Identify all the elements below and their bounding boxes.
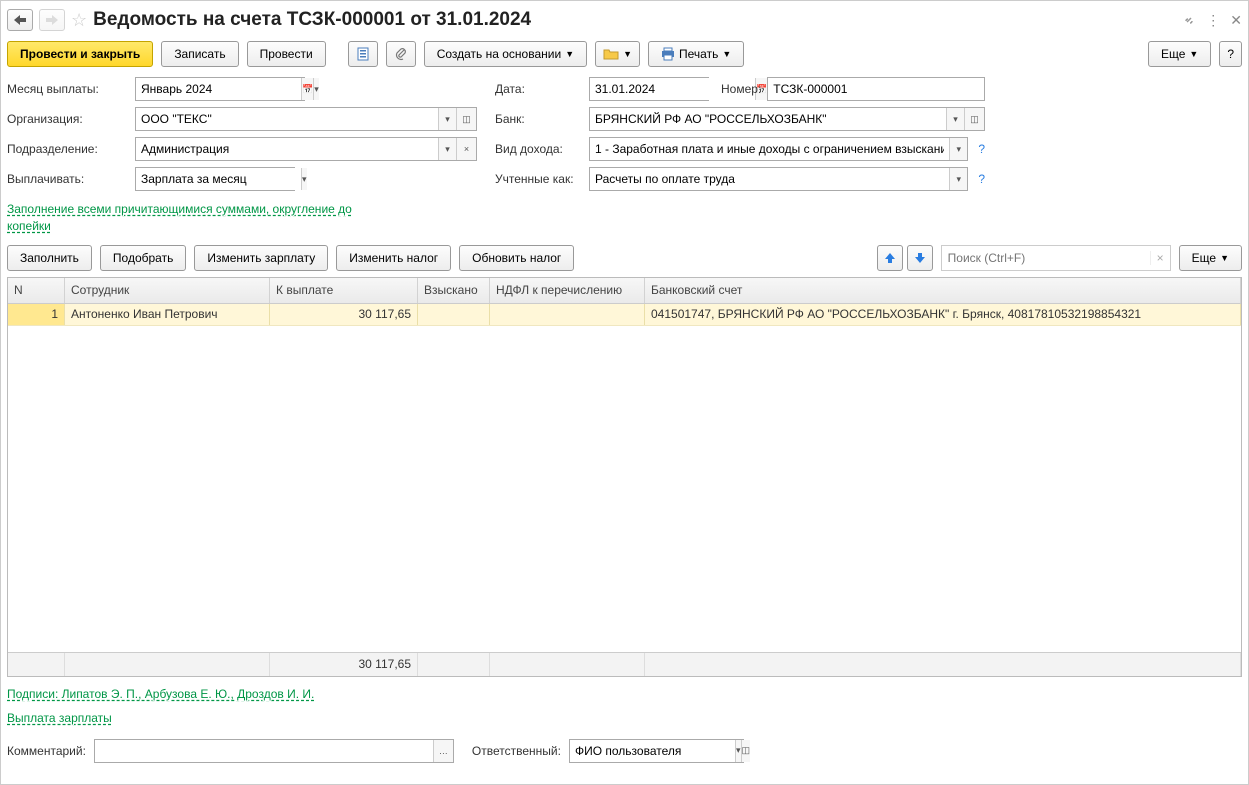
more-button[interactable]: Еще ▼ <box>1148 41 1211 67</box>
cell-collected <box>418 304 490 325</box>
post-close-button[interactable]: Провести и закрыть <box>7 41 153 67</box>
dept-label: Подразделение: <box>7 142 129 156</box>
change-tax-button[interactable]: Изменить налог <box>336 245 451 271</box>
link-icon[interactable] <box>1182 13 1196 27</box>
chevron-down-icon[interactable]: ▾ <box>949 138 967 160</box>
update-tax-button[interactable]: Обновить налог <box>459 245 574 271</box>
help-icon[interactable]: ? <box>974 172 985 186</box>
chevron-down-icon[interactable]: ▾ <box>949 168 967 190</box>
favorite-icon[interactable]: ☆ <box>71 10 87 31</box>
page-title: Ведомость на счета ТСЗК-000001 от 31.01.… <box>93 9 531 31</box>
chevron-down-icon: ▼ <box>565 49 574 59</box>
cell-ndfl <box>490 304 645 325</box>
col-pay-header[interactable]: К выплате <box>270 278 418 303</box>
number-input[interactable] <box>768 78 984 100</box>
accounted-input[interactable] <box>590 168 949 190</box>
responsible-label: Ответственный: <box>462 744 561 758</box>
org-label: Организация: <box>7 112 129 126</box>
chevron-down-icon[interactable]: ▾ <box>438 138 456 160</box>
comment-input[interactable] <box>95 740 433 762</box>
salary-pay-link[interactable]: Выплата зарплаты <box>7 711 1242 725</box>
income-input[interactable] <box>590 138 949 160</box>
income-label: Вид дохода: <box>495 142 583 156</box>
chevron-down-icon: ▼ <box>1220 253 1229 263</box>
open-icon[interactable]: ◫ <box>741 740 751 762</box>
cell-pay: 30 117,65 <box>270 304 418 325</box>
chevron-down-icon[interactable]: ▾ <box>301 168 307 190</box>
spinner-icon[interactable]: ▾ <box>313 78 319 100</box>
clear-icon[interactable]: × <box>456 138 476 160</box>
date-label: Дата: <box>495 82 583 96</box>
cell-bank: 041501747, БРЯНСКИЙ РФ АО "РОССЕЛЬХОЗБАН… <box>645 304 1241 325</box>
folder-icon-button[interactable]: ▼ <box>595 41 640 67</box>
pay-label: Выплачивать: <box>7 172 129 186</box>
accounted-label: Учтенные как: <box>495 172 583 186</box>
bank-input[interactable] <box>590 108 946 130</box>
table-row[interactable]: 1 Антоненко Иван Петрович 30 117,65 0415… <box>8 304 1241 326</box>
cell-employee: Антоненко Иван Петрович <box>65 304 270 325</box>
fill-button[interactable]: Заполнить <box>7 245 92 271</box>
move-up-button[interactable] <box>877 245 903 271</box>
chevron-down-icon: ▼ <box>623 49 632 59</box>
report-icon-button[interactable] <box>348 41 378 67</box>
open-icon[interactable]: ◫ <box>456 108 476 130</box>
help-button[interactable]: ? <box>1219 41 1242 67</box>
forward-button <box>39 9 65 31</box>
comment-label: Комментарий: <box>7 744 86 758</box>
chevron-down-icon[interactable]: ▾ <box>946 108 964 130</box>
footer-total-pay: 30 117,65 <box>270 653 418 676</box>
responsible-input[interactable] <box>570 740 735 762</box>
col-collected-header[interactable]: Взыскано <box>418 278 490 303</box>
cell-n: 1 <box>8 304 65 325</box>
col-ndfl-header[interactable]: НДФЛ к перечислению <box>490 278 645 303</box>
month-label: Месяц выплаты: <box>7 82 129 96</box>
payroll-table[interactable]: N Сотрудник К выплате Взыскано НДФЛ к пе… <box>7 277 1242 677</box>
calendar-icon[interactable]: 📅 <box>301 78 313 100</box>
move-down-button[interactable] <box>907 245 933 271</box>
create-based-button[interactable]: Создать на основании ▼ <box>424 41 587 67</box>
menu-icon[interactable]: ⋮ <box>1206 12 1220 29</box>
month-input[interactable] <box>136 78 301 100</box>
close-icon[interactable]: ✕ <box>1230 12 1242 29</box>
print-button[interactable]: Печать ▼ <box>648 41 744 67</box>
dept-input[interactable] <box>136 138 438 160</box>
chevron-down-icon: ▼ <box>1189 49 1198 59</box>
back-button[interactable] <box>7 9 33 31</box>
clear-search-icon[interactable]: × <box>1150 251 1170 265</box>
col-n-header[interactable]: N <box>8 278 65 303</box>
number-label: Номер: <box>715 82 761 96</box>
attach-icon-button[interactable] <box>386 41 416 67</box>
search-input[interactable] <box>942 251 1150 265</box>
fill-all-link[interactable]: Заполнение всеми причитающимися суммами,… <box>7 201 387 235</box>
chevron-down-icon: ▼ <box>722 49 731 59</box>
bank-label: Банк: <box>495 112 583 126</box>
org-input[interactable] <box>136 108 438 130</box>
expand-icon[interactable]: … <box>433 740 453 762</box>
post-button[interactable]: Провести <box>247 41 326 67</box>
table-more-button[interactable]: Еще ▼ <box>1179 245 1242 271</box>
open-icon[interactable]: ◫ <box>964 108 984 130</box>
write-button[interactable]: Записать <box>161 41 238 67</box>
select-button[interactable]: Подобрать <box>100 245 186 271</box>
col-employee-header[interactable]: Сотрудник <box>65 278 270 303</box>
signs-link[interactable]: Подписи: Липатов Э. П., Арбузова Е. Ю., … <box>7 687 1242 701</box>
col-bank-header[interactable]: Банковский счет <box>645 278 1241 303</box>
change-salary-button[interactable]: Изменить зарплату <box>194 245 328 271</box>
help-icon[interactable]: ? <box>974 142 985 156</box>
chevron-down-icon[interactable]: ▾ <box>438 108 456 130</box>
pay-input[interactable] <box>136 168 301 190</box>
